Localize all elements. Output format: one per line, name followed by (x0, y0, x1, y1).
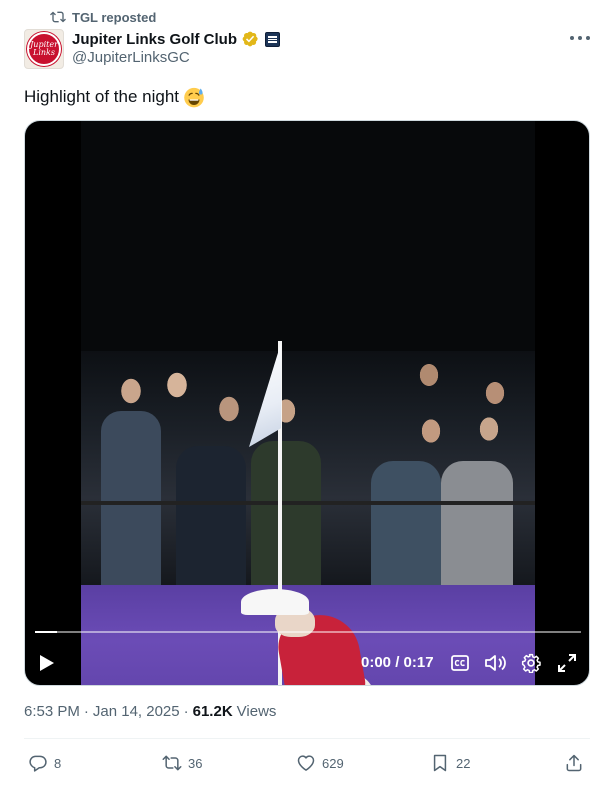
author-display-name[interactable]: Jupiter Links Golf Club (72, 31, 237, 48)
like-count: 629 (322, 755, 344, 771)
bookmark-button[interactable]: 22 (430, 748, 470, 778)
video-current-time: 0:00 (361, 654, 392, 671)
repost-label: TGL reposted (72, 9, 157, 25)
sweat-smile-emoji-icon (184, 87, 204, 108)
golfer-cap (241, 589, 309, 615)
video-progress-fill (35, 631, 57, 633)
fullscreen-expand-icon[interactable] (555, 649, 579, 677)
repost-action-icon (162, 755, 182, 771)
tweet-text: Highlight of the night (24, 86, 205, 108)
tweet-text-content: Highlight of the night (24, 87, 179, 106)
video-frame (81, 121, 535, 685)
meta-separator: · (83, 703, 89, 720)
repost-icon (50, 11, 66, 23)
share-button[interactable] (564, 748, 584, 778)
views-count: 61.2K (192, 703, 233, 720)
heart-icon (297, 755, 315, 771)
meta-separator: · (183, 703, 189, 720)
views-label: Views (236, 703, 277, 720)
video-time-separator: / (391, 654, 404, 671)
affiliate-badge-icon[interactable] (265, 31, 281, 47)
share-icon (566, 754, 582, 772)
bookmark-icon (433, 754, 447, 772)
more-options-icon[interactable] (570, 30, 590, 46)
settings-gear-icon[interactable] (519, 649, 543, 677)
video-player[interactable]: 0:00 / 0:17 (24, 120, 590, 686)
reply-icon (29, 755, 47, 772)
author-handle[interactable]: @JupiterLinksGC (72, 49, 190, 66)
reply-count: 8 (54, 755, 62, 771)
like-button[interactable]: 629 (296, 748, 344, 778)
closed-captions-icon[interactable] (449, 649, 471, 677)
verified-badge-icon[interactable] (241, 30, 259, 48)
avatar-logo-text: Jupiter Links (30, 40, 58, 57)
reply-button[interactable]: 8 (28, 748, 61, 778)
repost-button[interactable]: 36 (162, 748, 202, 778)
repost-count: 36 (188, 755, 203, 771)
video-time: 0:00 / 0:17 (361, 649, 434, 677)
avatar[interactable]: Jupiter Links (24, 29, 64, 69)
volume-muted-icon[interactable] (483, 649, 507, 677)
tweet-actions: 8 36 629 22 (24, 748, 592, 778)
tweet-metadata: 6:53 PM · Jan 14, 2025 · 61.2K Views (24, 703, 276, 720)
avatar-logo: Jupiter Links (27, 32, 61, 66)
tweet-date[interactable]: Jan 14, 2025 (93, 703, 180, 720)
tweet-time[interactable]: 6:53 PM (24, 703, 80, 720)
video-duration: 0:17 (403, 654, 434, 671)
bookmark-count: 22 (456, 755, 471, 771)
video-progress-bar[interactable] (35, 631, 581, 633)
author-name-row: Jupiter Links Golf Club (72, 29, 281, 49)
repost-indicator[interactable]: TGL reposted (50, 8, 156, 26)
crowd-background (81, 351, 535, 596)
divider (24, 738, 590, 739)
play-icon[interactable] (35, 649, 59, 677)
video-controls: 0:00 / 0:17 (25, 649, 589, 677)
